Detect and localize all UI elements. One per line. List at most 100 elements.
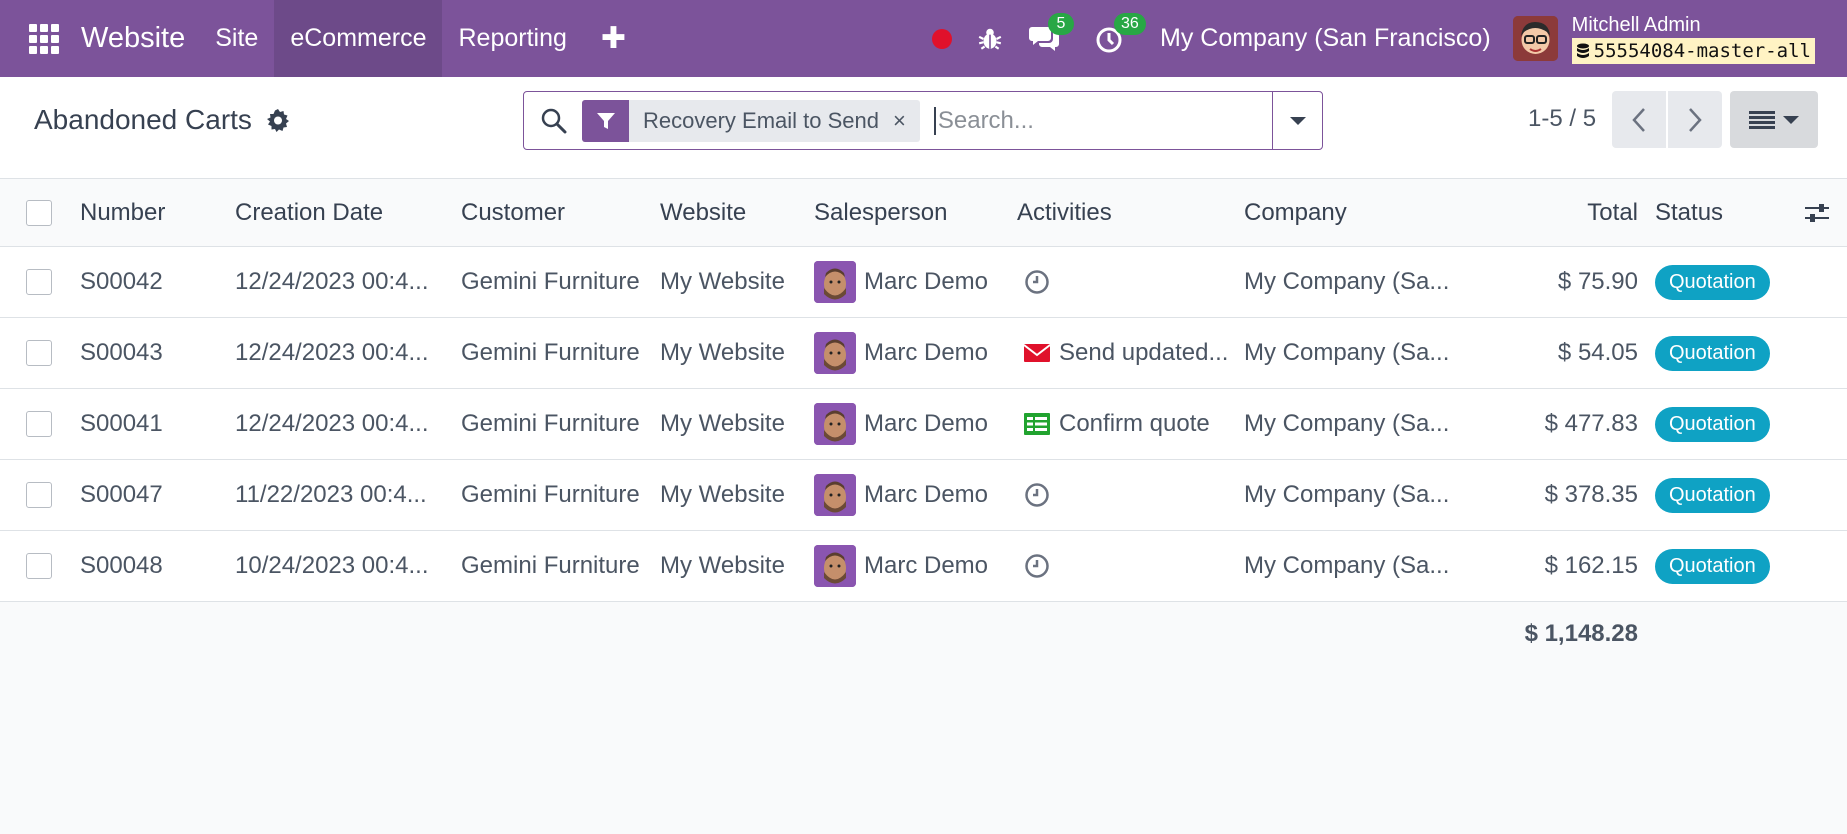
creation-date: 12/24/2023 00:4... bbox=[235, 268, 429, 295]
table-header: Number Creation Date Customer Website Sa… bbox=[0, 179, 1847, 247]
menu-site[interactable]: Site bbox=[199, 0, 274, 77]
activity-cell[interactable] bbox=[1017, 531, 1227, 601]
salesperson: Marc Demo bbox=[814, 460, 1014, 530]
sliders-icon bbox=[1805, 203, 1829, 222]
salesperson-avatar[interactable] bbox=[814, 474, 856, 516]
salesperson-avatar[interactable] bbox=[814, 261, 856, 303]
search-input[interactable] bbox=[933, 106, 1264, 135]
bug-icon[interactable] bbox=[977, 26, 1003, 52]
tasks-icon[interactable] bbox=[1023, 410, 1051, 438]
clock-icon[interactable] bbox=[1023, 552, 1051, 580]
menu-reporting[interactable]: Reporting bbox=[442, 0, 582, 77]
salesperson-name: Marc Demo bbox=[864, 339, 989, 366]
creation-date: 12/24/2023 00:4... bbox=[235, 339, 429, 366]
row-checkbox[interactable] bbox=[26, 269, 52, 295]
plus-icon[interactable]: ✚ bbox=[583, 21, 644, 56]
company: My Company (Sa... bbox=[1244, 339, 1450, 366]
table-row[interactable]: S00042 12/24/2023 00:4... Gemini Furnitu… bbox=[0, 247, 1847, 318]
row-checkbox[interactable] bbox=[26, 340, 52, 366]
search-icon[interactable] bbox=[540, 107, 568, 135]
column-website[interactable]: Website bbox=[660, 179, 810, 246]
column-customer[interactable]: Customer bbox=[461, 179, 656, 246]
salesperson-avatar[interactable] bbox=[814, 332, 856, 374]
website: My Website bbox=[660, 410, 785, 437]
salesperson: Marc Demo bbox=[814, 531, 1014, 601]
salesperson: Marc Demo bbox=[814, 247, 1014, 317]
user-name: Mitchell Admin bbox=[1571, 13, 1701, 36]
pager-previous-button[interactable] bbox=[1612, 91, 1666, 148]
database-icon bbox=[1576, 43, 1589, 58]
chevron-right-icon bbox=[1689, 107, 1702, 132]
column-status[interactable]: Status bbox=[1655, 179, 1795, 246]
table-row[interactable]: S00048 10/24/2023 00:4... Gemini Furnitu… bbox=[0, 531, 1847, 602]
order-total: $ 477.83 bbox=[1544, 410, 1638, 437]
column-creation-date[interactable]: Creation Date bbox=[235, 179, 440, 246]
company: My Company (Sa... bbox=[1244, 552, 1450, 579]
table-row[interactable]: S00043 12/24/2023 00:4... Gemini Furnitu… bbox=[0, 318, 1847, 389]
creation-date: 12/24/2023 00:4... bbox=[235, 410, 429, 437]
activity-cell[interactable] bbox=[1017, 460, 1227, 530]
activities-badge: 36 bbox=[1114, 12, 1146, 35]
search-bar: Recovery Email to Send × bbox=[523, 91, 1323, 150]
apps-menu-icon[interactable] bbox=[29, 23, 59, 54]
grand-total: $ 1,148.28 bbox=[1524, 620, 1638, 647]
status-badge: Quotation bbox=[1655, 406, 1770, 442]
filter-icon bbox=[582, 99, 629, 142]
activity-summary: Send updated... bbox=[1059, 339, 1227, 366]
table-body: S00042 12/24/2023 00:4... Gemini Furnitu… bbox=[0, 247, 1847, 602]
column-total[interactable]: Total bbox=[1450, 179, 1638, 246]
list-view-switcher[interactable] bbox=[1730, 91, 1818, 148]
row-checkbox[interactable] bbox=[26, 411, 52, 437]
order-number: S00042 bbox=[80, 268, 163, 295]
status-badge: Quotation bbox=[1655, 477, 1770, 513]
select-all-checkbox[interactable] bbox=[26, 199, 52, 226]
activity-cell[interactable]: Send updated... bbox=[1017, 318, 1227, 388]
order-total: $ 378.35 bbox=[1544, 481, 1638, 508]
row-checkbox[interactable] bbox=[26, 482, 52, 508]
activity-summary: Confirm quote bbox=[1059, 410, 1210, 437]
activities-button[interactable]: 36 bbox=[1094, 12, 1146, 53]
facet-remove-icon[interactable]: × bbox=[893, 108, 920, 134]
website: My Website bbox=[660, 339, 785, 366]
salesperson-avatar[interactable] bbox=[814, 545, 856, 587]
top-navbar: Website Site eCommerce Reporting ✚ 5 36 … bbox=[0, 0, 1847, 77]
caret-down-icon bbox=[1289, 116, 1306, 125]
column-company[interactable]: Company bbox=[1244, 179, 1454, 246]
record-icon[interactable] bbox=[932, 28, 952, 49]
order-number: S00043 bbox=[80, 339, 163, 366]
activity-cell[interactable] bbox=[1017, 247, 1227, 317]
activity-cell[interactable]: Confirm quote bbox=[1017, 389, 1227, 459]
user-menu[interactable]: Mitchell Admin 55554084-master-all bbox=[1571, 13, 1815, 64]
row-checkbox[interactable] bbox=[26, 553, 52, 579]
app-brand[interactable]: Website bbox=[81, 22, 185, 55]
status-badge: Quotation bbox=[1655, 548, 1770, 584]
clock-icon[interactable] bbox=[1023, 481, 1051, 509]
salesperson-avatar[interactable] bbox=[814, 403, 856, 445]
customer: Gemini Furniture bbox=[461, 552, 640, 579]
chevron-left-icon bbox=[1632, 107, 1645, 132]
messages-button[interactable]: 5 bbox=[1028, 12, 1074, 53]
column-salesperson[interactable]: Salesperson bbox=[814, 179, 1014, 246]
order-number: S00041 bbox=[80, 410, 163, 437]
search-options-toggle[interactable] bbox=[1272, 92, 1322, 149]
gear-icon[interactable] bbox=[266, 108, 290, 132]
company-switcher[interactable]: My Company (San Francisco) bbox=[1160, 24, 1491, 53]
envelope-icon[interactable] bbox=[1023, 339, 1051, 367]
customer: Gemini Furniture bbox=[461, 268, 640, 295]
column-number[interactable]: Number bbox=[80, 179, 220, 246]
company: My Company (Sa... bbox=[1244, 268, 1450, 295]
pager-next-button[interactable] bbox=[1668, 91, 1722, 148]
website: My Website bbox=[660, 552, 785, 579]
clock-icon[interactable] bbox=[1023, 268, 1051, 296]
database-tag: 55554084-master-all bbox=[1571, 37, 1815, 64]
column-activities[interactable]: Activities bbox=[1017, 179, 1227, 246]
user-avatar[interactable] bbox=[1512, 16, 1558, 61]
optional-columns-toggle[interactable] bbox=[1802, 179, 1832, 246]
table-row[interactable]: S00041 12/24/2023 00:4... Gemini Furnitu… bbox=[0, 389, 1847, 460]
salesperson-name: Marc Demo bbox=[864, 552, 989, 579]
breadcrumb-title: Abandoned Carts bbox=[34, 104, 252, 135]
pager-value[interactable]: 1-5 / 5 bbox=[1528, 105, 1596, 133]
menu-ecommerce[interactable]: eCommerce bbox=[274, 0, 443, 77]
list-view-icon bbox=[1749, 110, 1775, 129]
table-row[interactable]: S00047 11/22/2023 00:4... Gemini Furnitu… bbox=[0, 460, 1847, 531]
